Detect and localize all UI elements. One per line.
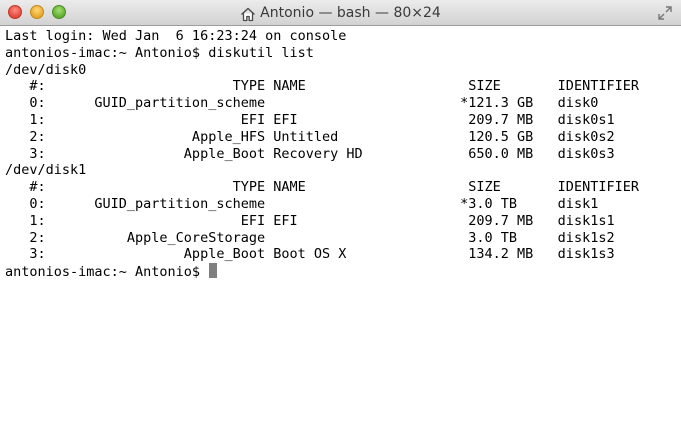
terminal-line: 1: EFI EFI 209.7 MB disk0s1 [5, 111, 615, 128]
terminal-line: Last login: Wed Jan 6 16:23:24 on consol… [5, 28, 347, 44]
terminal-line: 2: Apple_CoreStorage 3.0 TB disk1s2 [5, 229, 615, 246]
terminal-line: 0: GUID_partition_scheme *3.0 TB disk1 [5, 195, 599, 212]
terminal-line: antonios-imac:~ Antonio$ diskutil list [5, 44, 314, 61]
terminal-line: 3: Apple_Boot Recovery HD 650.0 MB disk0… [5, 145, 615, 162]
terminal-line: #: TYPE NAME SIZE IDENTIFIER [5, 179, 639, 196]
prompt-line[interactable]: antonios-imac:~ Antonio$ [5, 263, 681, 280]
terminal-line: 2: Apple_HFS Untitled 120.5 GB disk0s2 [5, 128, 615, 145]
terminal-line: /dev/disk0 [5, 61, 87, 78]
title-bar[interactable]: Antonio — bash — 80×24 [0, 0, 681, 26]
terminal-content[interactable]: Last login: Wed Jan 6 16:23:24 on consol… [5, 28, 681, 438]
terminal-line: 0: GUID_partition_scheme *121.3 GB disk0 [5, 95, 599, 112]
window-title: Antonio — bash — 80×24 [260, 5, 441, 21]
window-title-area: Antonio — bash — 80×24 [0, 0, 681, 26]
terminal-line: #: TYPE NAME SIZE IDENTIFIER [5, 78, 639, 95]
terminal-line: 3: Apple_Boot Boot OS X 134.2 MB disk1s3 [5, 246, 615, 263]
fullscreen-icon[interactable] [657, 5, 673, 21]
shell-prompt: antonios-imac:~ Antonio$ [5, 264, 209, 281]
text-cursor [209, 263, 218, 279]
terminal-window: Antonio — bash — 80×24 Last login: Wed J… [0, 0, 681, 438]
home-icon [241, 7, 256, 21]
terminal-line: /dev/disk1 [5, 162, 87, 179]
terminal-line: 1: EFI EFI 209.7 MB disk1s1 [5, 212, 615, 229]
